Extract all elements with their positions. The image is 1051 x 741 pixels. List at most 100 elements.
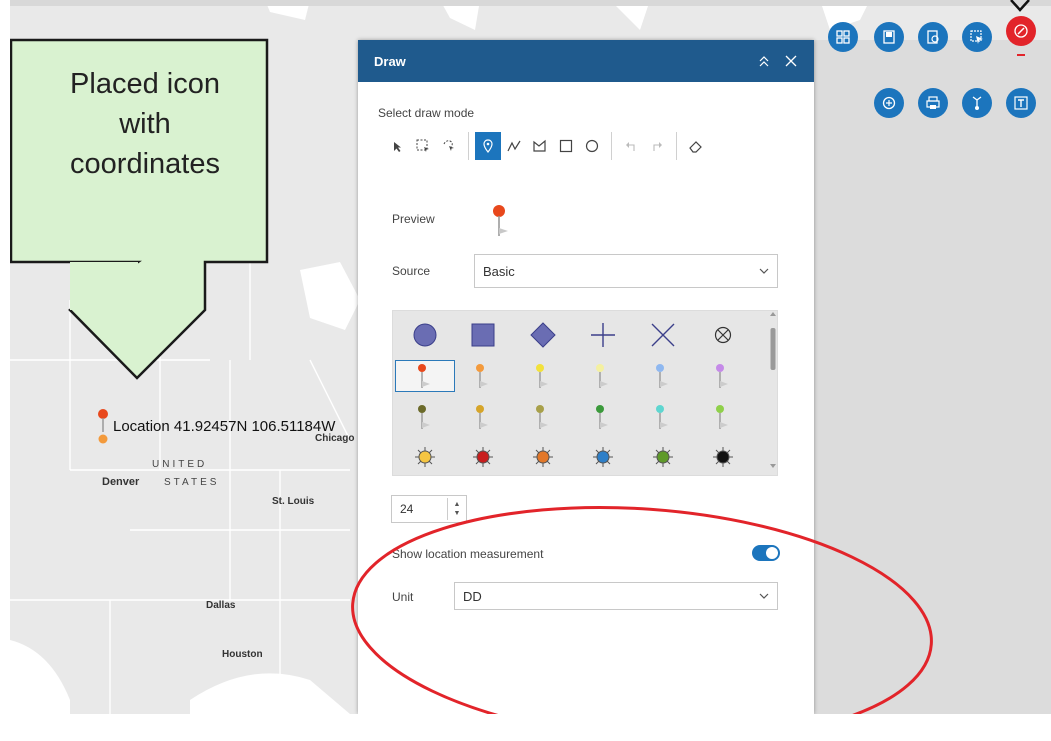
- symbol-pin-olive[interactable]: [395, 401, 455, 433]
- x-symbol-icon: [651, 323, 675, 347]
- placed-location-marker[interactable]: Location 41.92457N 106.51184W: [97, 408, 335, 444]
- polygon-icon: [533, 139, 546, 152]
- symbol-cross[interactable]: [573, 319, 633, 351]
- show-location-toggle[interactable]: [752, 545, 780, 561]
- symbol-sun-yellow[interactable]: [395, 441, 455, 473]
- symbol-pin-cyan[interactable]: [633, 401, 693, 433]
- bookmark-button[interactable]: [874, 22, 904, 52]
- symbol-pin-lightyellow[interactable]: [573, 360, 633, 392]
- symbol-pin-red[interactable]: [395, 360, 455, 392]
- share-button[interactable]: [962, 88, 992, 118]
- map-label-denver: Denver: [102, 476, 140, 488]
- basemap-gallery-button[interactable]: [828, 22, 858, 52]
- panel-title: Draw: [374, 53, 406, 69]
- screenshot-frame: Chicago UNITED Denver STATES St. Louis D…: [10, 0, 1051, 714]
- stepper-up-icon[interactable]: ▲: [454, 500, 461, 509]
- symbol-square[interactable]: [453, 319, 513, 351]
- pin-orange-icon: [476, 364, 488, 388]
- symbol-gallery-scrollbar[interactable]: [769, 312, 777, 472]
- unit-select[interactable]: DD: [454, 582, 778, 610]
- cross-symbol-icon: [591, 323, 615, 347]
- pin-cyan-icon: [656, 405, 668, 429]
- tool-undo[interactable]: [618, 132, 644, 160]
- show-location-label: Show location measurement: [392, 547, 544, 561]
- sun-yellow-icon: [415, 447, 435, 467]
- symbol-pin-orange[interactable]: [453, 360, 513, 392]
- select-button[interactable]: [962, 22, 992, 52]
- pointer-icon: [394, 142, 401, 152]
- print-icon: [926, 96, 940, 109]
- draw-icon: [1014, 24, 1028, 38]
- share-icon: [972, 96, 982, 110]
- pin-khaki-icon: [536, 405, 548, 429]
- tool-point[interactable]: [475, 132, 501, 160]
- toolbar-separator: [611, 132, 612, 160]
- symbol-circle[interactable]: [395, 319, 455, 351]
- circle-x-symbol-icon: [714, 326, 732, 344]
- pin-green-icon: [596, 405, 608, 429]
- tool-polyline[interactable]: [501, 132, 527, 160]
- draw-button[interactable]: [1006, 16, 1036, 46]
- map-label-dallas: Dallas: [206, 600, 236, 611]
- chevron-down-icon: [759, 593, 769, 599]
- symbol-sun-blue[interactable]: [573, 441, 633, 473]
- rect-select-icon: [416, 139, 429, 152]
- symbol-circle-x[interactable]: [693, 319, 753, 351]
- tool-redo[interactable]: [644, 132, 670, 160]
- callout-text-line3: coordinates: [70, 148, 220, 180]
- bookmark-icon: [883, 30, 895, 44]
- symbol-pin-yellow[interactable]: [513, 360, 573, 392]
- tool-rectangle[interactable]: [553, 132, 579, 160]
- symbol-pin-gold[interactable]: [453, 401, 513, 433]
- pin-olive-icon: [418, 405, 430, 429]
- symbol-size-stepper[interactable]: 24 ▲ ▼: [391, 495, 467, 523]
- print-button[interactable]: [918, 88, 948, 118]
- text-button[interactable]: [1006, 88, 1036, 118]
- tool-erase[interactable]: [683, 132, 709, 160]
- close-icon[interactable]: [784, 54, 798, 68]
- top-pointer-annotation: [1010, 0, 1030, 12]
- sun-black-icon: [713, 447, 733, 467]
- symbol-pin-lime[interactable]: [693, 401, 753, 433]
- circle-icon: [585, 139, 599, 153]
- preview-label: Preview: [392, 212, 435, 226]
- sun-red-icon: [473, 447, 493, 467]
- toolbar-separator: [676, 132, 677, 160]
- symbol-sun-orange[interactable]: [513, 441, 573, 473]
- symbol-diamond[interactable]: [513, 319, 573, 351]
- symbol-pin-blue[interactable]: [633, 360, 693, 392]
- rectangle-icon: [559, 139, 573, 153]
- preview-pin-icon: [493, 205, 508, 236]
- tool-lasso-select[interactable]: [436, 132, 462, 160]
- callout-text-line1: Placed icon: [70, 68, 220, 100]
- draw-panel: Draw Select draw mode Preview Source Bas…: [358, 40, 814, 714]
- unit-select-value: DD: [463, 588, 482, 604]
- symbol-x[interactable]: [633, 319, 693, 351]
- pin-blue-icon: [656, 364, 668, 388]
- tool-rect-select[interactable]: [410, 132, 436, 160]
- symbol-pin-khaki[interactable]: [513, 401, 573, 433]
- symbol-pin-green[interactable]: [573, 401, 633, 433]
- query-button[interactable]: [918, 22, 948, 52]
- symbol-sun-green[interactable]: [633, 441, 693, 473]
- unit-label: Unit: [392, 590, 414, 604]
- tool-polygon[interactable]: [527, 132, 553, 160]
- symbol-size-value: 24: [400, 502, 414, 516]
- eraser-icon: [689, 141, 702, 153]
- stepper-arrows[interactable]: ▲ ▼: [447, 498, 466, 520]
- toggle-knob: [766, 547, 778, 559]
- symbol-sun-black[interactable]: [693, 441, 753, 473]
- symbol-pin-purple[interactable]: [693, 360, 753, 392]
- symbol-gallery: [392, 310, 778, 476]
- measure-button[interactable]: [874, 88, 904, 118]
- map-label-st-louis: St. Louis: [272, 496, 315, 507]
- collapse-icon[interactable]: [758, 55, 770, 67]
- chevron-down-icon: [759, 268, 769, 274]
- sun-green-icon: [653, 447, 673, 467]
- tool-select[interactable]: [384, 132, 410, 160]
- source-select[interactable]: Basic: [474, 254, 778, 288]
- tool-circle[interactable]: [579, 132, 605, 160]
- circle-symbol-icon: [413, 323, 437, 347]
- symbol-sun-red[interactable]: [453, 441, 513, 473]
- stepper-down-icon[interactable]: ▼: [454, 509, 461, 518]
